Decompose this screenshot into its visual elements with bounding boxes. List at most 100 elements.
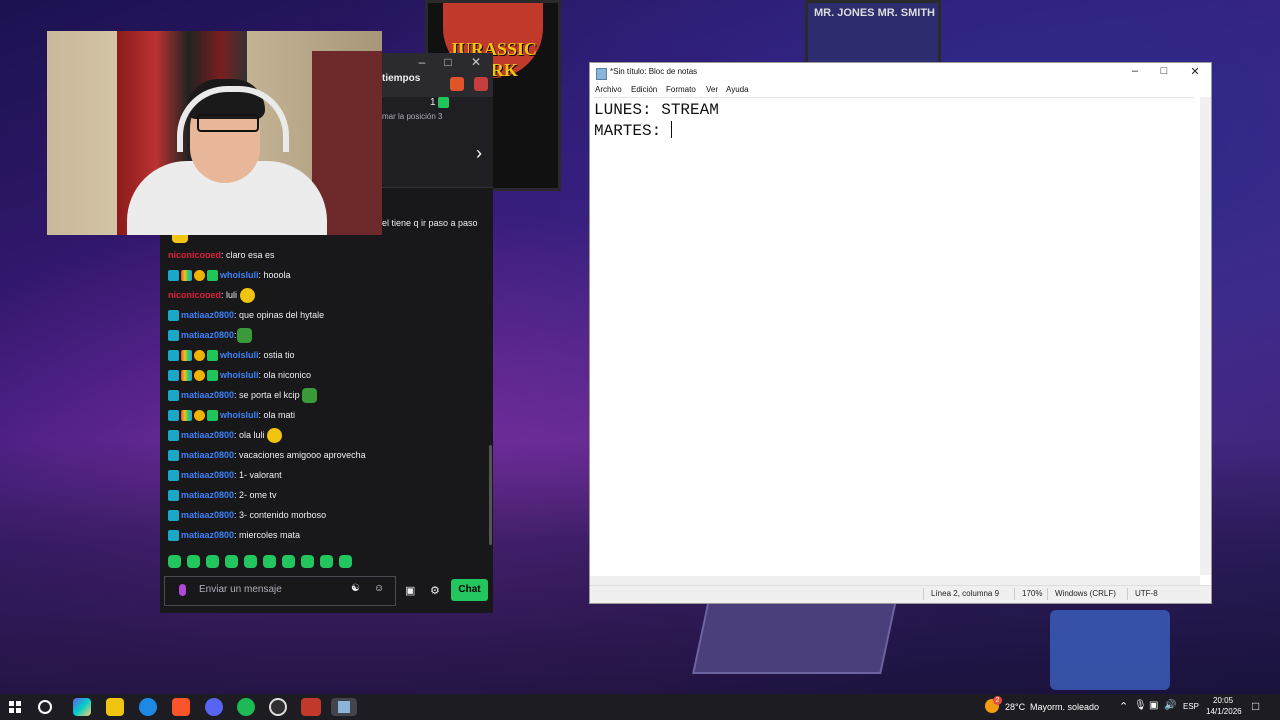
spotify-icon[interactable] [237,698,255,716]
chat-message: matiaaz0800: 1- valorant [168,465,282,485]
username[interactable]: whoisluli [220,350,259,360]
status-bar: Línea 2, columna 9 170% Windows (CRLF) U… [590,585,1211,603]
brave-shield-icon[interactable] [450,77,464,91]
search-icon[interactable] [38,700,52,714]
message-text: : que opinas del hytale [234,310,325,320]
edge-icon[interactable] [139,698,157,716]
menu-formato[interactable]: Formato [666,85,696,94]
username[interactable]: matiaaz0800 [181,450,234,460]
green-badge-icon [207,410,218,422]
username[interactable]: matiaaz0800 [181,430,234,440]
menu-archivo[interactable]: Archivo [595,85,622,94]
text-line-content: MARTES: [594,122,671,140]
username[interactable]: whoisluli [220,370,259,380]
microphone-icon[interactable] [179,584,186,596]
chat-input-placeholder[interactable]: Enviar un mensaje [199,584,282,595]
username[interactable]: matiaaz0800 [181,510,234,520]
username[interactable]: niconicooed [168,250,221,260]
green-badge-icon [438,97,450,108]
webcam-overlay [47,31,382,235]
minimize-button[interactable]: – [1125,65,1145,77]
sub-badge-icon [168,370,179,382]
emote-icon[interactable] [263,555,276,568]
weather-temperature[interactable]: 28°C [1005,702,1025,712]
emote-icon[interactable] [282,555,295,568]
sub-badge-icon [168,390,179,402]
network-icon[interactable]: ▣ [1149,700,1158,711]
username[interactable]: niconicooed [168,290,221,300]
chevron-right-icon[interactable]: › [476,143,482,164]
brave-icon[interactable] [172,698,190,716]
username[interactable]: matiaaz0800 [181,390,234,400]
emote-icon[interactable] [339,555,352,568]
chat-scrollbar[interactable] [489,445,492,545]
sub-badge-icon [168,490,179,502]
username[interactable]: matiaaz0800 [181,530,234,540]
emote-icon[interactable] [225,555,238,568]
maximize-button[interactable]: □ [1154,65,1174,77]
clock-date[interactable]: 14/1/2026 [1206,707,1242,716]
store-icon[interactable]: ▣ [405,584,415,597]
message-text: : ola niconico [258,370,312,380]
notification-icon[interactable]: □ [1252,699,1259,713]
username[interactable]: whoisluli [220,270,259,280]
copilot-icon[interactable] [73,698,91,716]
username[interactable]: matiaaz0800 [181,470,234,480]
chat-send-button[interactable]: Chat [451,579,488,601]
laundry-basket [1050,610,1170,690]
chat-message: whoisluli: ola niconico [168,365,311,385]
volume-icon[interactable]: 🔊 [1164,700,1176,711]
sub-badge-icon [168,410,179,422]
maximize-button[interactable]: □ [438,55,458,69]
discord-icon[interactable] [205,698,223,716]
notepad-icon [596,68,607,80]
chat-input-box[interactable]: Enviar un mensaje ☯ ☺ [164,576,396,606]
file-explorer-icon[interactable] [106,698,124,716]
notepad-taskbar-button[interactable] [331,698,357,716]
emote-icon[interactable] [206,555,219,568]
username[interactable]: matiaaz0800 [181,330,234,340]
chevron-up-icon[interactable]: ⌃ [1119,700,1128,713]
text-editor-area[interactable]: LUNES: STREAM MARTES: [594,97,1194,578]
pride-badge-icon [181,270,192,282]
message-text: : ola mati [258,410,296,420]
emote-icon[interactable] [301,555,314,568]
close-button[interactable]: ✕ [1185,65,1205,78]
close-button[interactable]: ✕ [466,55,486,69]
language-indicator[interactable]: ESP [1183,702,1199,711]
chat-message: matiaaz0800: miercoles mata [168,525,300,545]
minimize-button[interactable]: – [412,55,432,69]
taskbar: 2 28°C Mayorm. soleado ⌃ 🎙 ▣ 🔊 ESP 20:05… [0,694,1280,720]
gear-icon[interactable]: ⚙ [430,584,440,597]
weather-description[interactable]: Mayorm. soleado [1030,702,1099,712]
chat-message: matiaaz0800: [168,325,252,345]
windows-start-icon[interactable] [9,701,21,713]
warning-icon[interactable] [474,77,488,91]
translate-icon[interactable]: ☯ [351,583,360,594]
username[interactable]: matiaaz0800 [181,490,234,500]
emote-icon[interactable] [244,555,257,568]
pride-badge-icon [181,370,192,382]
emoji-icon[interactable]: ☺ [374,583,384,594]
username[interactable]: matiaaz0800 [181,310,234,320]
sub-badge-icon [168,450,179,462]
username[interactable]: whoisluli [220,410,259,420]
video-editor-icon[interactable] [301,698,321,716]
header-title: tiempos [382,73,421,84]
text-line: LUNES: STREAM [594,101,719,119]
sub-badge-icon [168,430,179,442]
menu-edicion[interactable]: Edición [631,85,657,94]
emote-icon[interactable] [168,555,181,568]
microphone-icon[interactable]: 🎙 [1134,700,1147,711]
menu-ayuda[interactable]: Ayuda [726,85,749,94]
message-text: : 2- ome tv [234,490,277,500]
clock-time[interactable]: 20:05 [1213,696,1233,705]
emote-icon[interactable] [187,555,200,568]
emote-icon[interactable] [320,555,333,568]
vertical-scrollbar[interactable] [1200,97,1211,575]
chat-message: whoisluli: ostia tio [168,345,295,365]
menu-ver[interactable]: Ver [706,85,718,94]
header-subtitle: mar la posición 3 [382,112,443,121]
obs-icon[interactable] [269,698,287,716]
message-text: : luli [221,290,238,300]
